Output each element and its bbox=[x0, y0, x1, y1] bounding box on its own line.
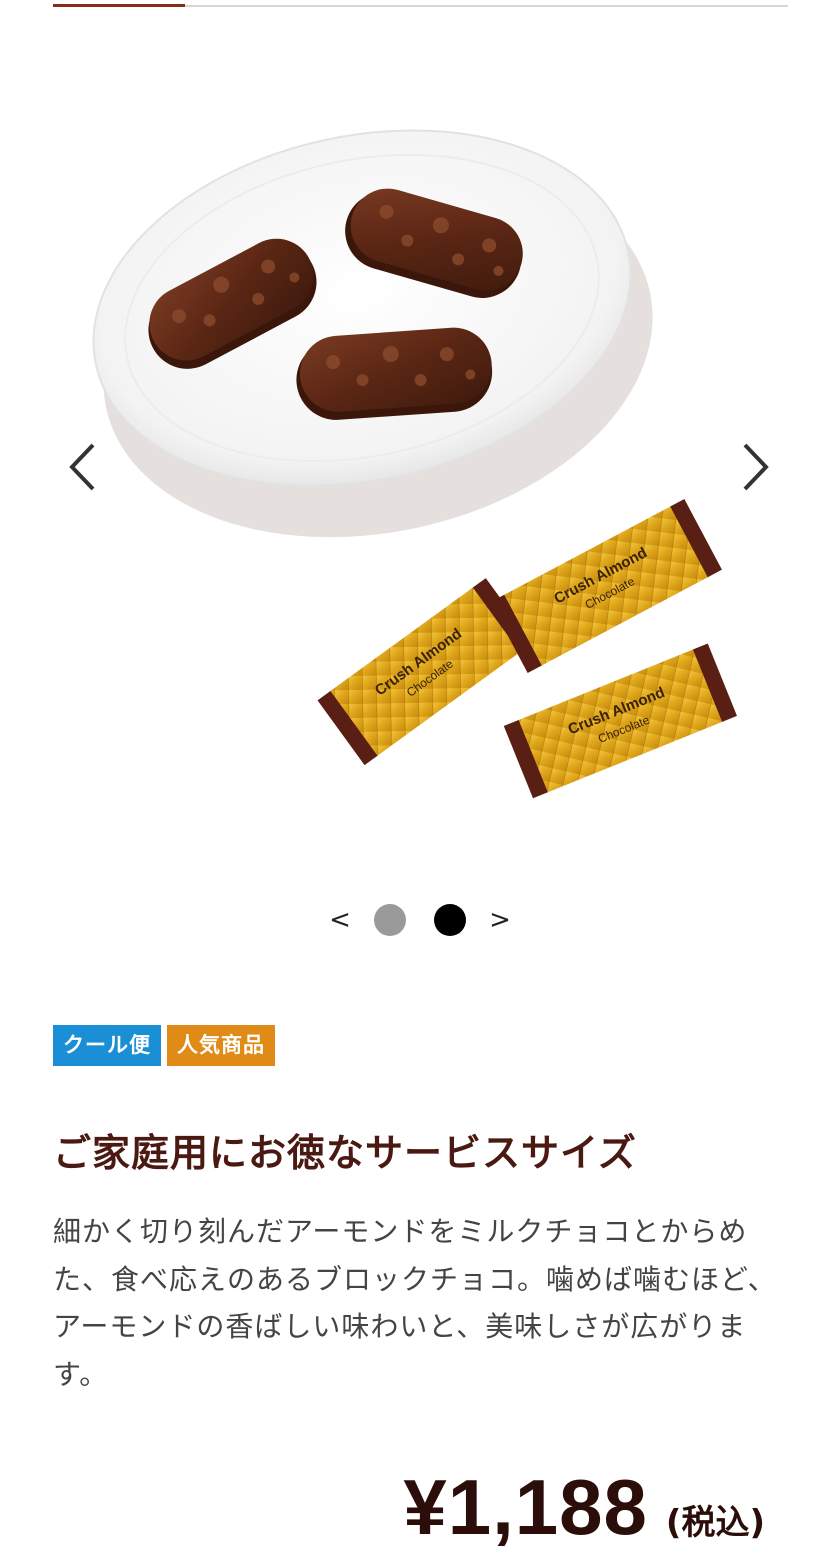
product-price: ¥1,188 bbox=[403, 1463, 648, 1551]
pager-next-button[interactable]: > bbox=[480, 900, 520, 940]
pager-prev-button[interactable]: < bbox=[320, 900, 360, 940]
chevron-left-icon bbox=[69, 443, 95, 491]
image-progress-bar bbox=[53, 4, 788, 7]
chocolate-bar bbox=[296, 327, 493, 420]
pager-dot[interactable] bbox=[374, 904, 406, 936]
tax-note: (税込) bbox=[665, 1503, 765, 1543]
image-progress-fill bbox=[53, 4, 186, 7]
wrapped-chocolate: Crush Almond Chocolate bbox=[490, 499, 722, 673]
carousel-pager: < > bbox=[0, 900, 840, 940]
pager-dot[interactable] bbox=[434, 904, 466, 936]
carousel-prev-button[interactable] bbox=[58, 432, 106, 502]
product-badges: クール便 人気商品 bbox=[53, 1025, 275, 1066]
price-row: ¥1,188 (税込) bbox=[403, 1462, 765, 1553]
chevron-right-icon bbox=[743, 443, 769, 491]
popular-item-badge: 人気商品 bbox=[167, 1025, 275, 1066]
product-image-carousel[interactable]: Crush Almond Chocolate Crush Almond Choc… bbox=[0, 20, 840, 880]
product-description: 細かく切り刻んだアーモンドをミルクチョコとからめた、食べ応えのあるブロックチョコ… bbox=[53, 1215, 777, 1391]
product-image: Crush Almond Chocolate Crush Almond Choc… bbox=[92, 129, 737, 799]
product-title: ご家庭用にお徳なサービスサイズ bbox=[53, 1131, 637, 1175]
carousel-next-button[interactable] bbox=[732, 432, 780, 502]
cool-delivery-badge: クール便 bbox=[53, 1025, 161, 1066]
